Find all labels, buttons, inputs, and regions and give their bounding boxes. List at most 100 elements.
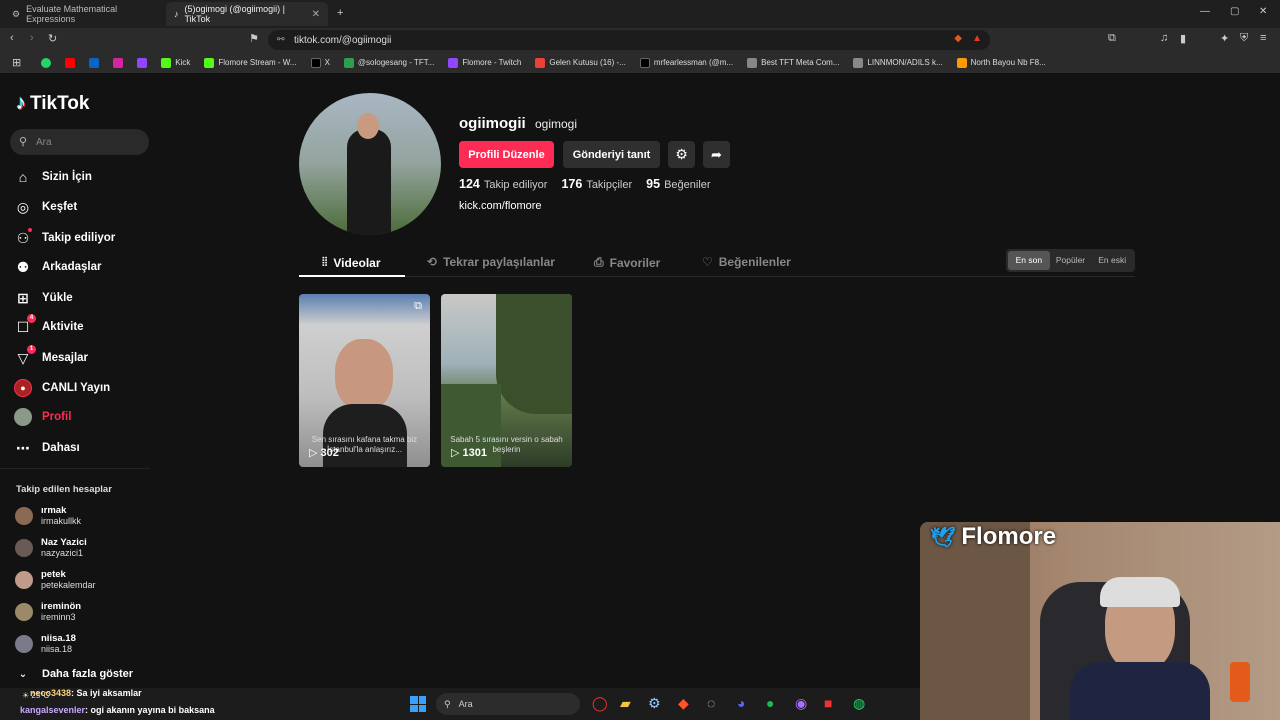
home-icon: ⌂ bbox=[18, 169, 28, 185]
tab-favorites[interactable]: ⎙ Favoriler bbox=[594, 255, 660, 270]
nav-item-upload[interactable]: ⊞ Yükle bbox=[14, 288, 73, 308]
bookmark-item[interactable]: X bbox=[310, 57, 330, 68]
bookmark-item[interactable]: mrfearlessman (@m... bbox=[639, 57, 733, 68]
sidebar-divider bbox=[0, 468, 150, 469]
brave-rewards-icon[interactable]: ◆ bbox=[954, 33, 962, 44]
windows-start-icon[interactable] bbox=[410, 696, 426, 712]
bookmark-item[interactable]: LINNMON/ADILS k... bbox=[853, 57, 943, 68]
nav-item-activity[interactable]: ☐ 4 Aktivite bbox=[14, 314, 84, 337]
apps-icon[interactable]: ⊞ bbox=[12, 56, 21, 69]
activity-badge: 4 bbox=[27, 314, 36, 323]
tiktok-logo[interactable]: ♪ TikTok bbox=[16, 92, 89, 115]
outlook-bookmark-icon[interactable] bbox=[89, 57, 100, 68]
followed-account[interactable]: niisa.18 niisa.18 bbox=[15, 631, 76, 657]
profile-avatar[interactable] bbox=[299, 93, 441, 235]
tab-liked[interactable]: ♡ Beğenilenler bbox=[702, 255, 791, 269]
show-more-button[interactable]: ⌄ Daha fazla göster bbox=[14, 664, 133, 684]
nav-item-live[interactable]: ● CANLI Yayın bbox=[14, 378, 110, 398]
followed-account[interactable]: ireminön ireminn3 bbox=[15, 599, 81, 625]
video-thumbnail[interactable]: ⧉ Sen sırasını kafana takma biz İstanbul… bbox=[299, 294, 430, 467]
browser-tab-1[interactable]: ⚙ Evaluate Mathematical Expressions bbox=[4, 4, 162, 24]
nav-item-friends[interactable]: ⚉ Arkadaşlar bbox=[14, 257, 102, 277]
brave-shield-icon[interactable]: ▲ bbox=[972, 33, 982, 44]
nav-item-for-you[interactable]: ⌂ Sizin İçin bbox=[14, 167, 92, 187]
app-icon[interactable]: ◌ bbox=[707, 695, 715, 711]
twitch-bookmark-icon[interactable] bbox=[137, 57, 148, 68]
messages-badge: 1 bbox=[27, 345, 36, 354]
following-stat[interactable]: 124 Takip ediliyor bbox=[459, 177, 547, 191]
tab-videos[interactable]: ⦙⦙ Videolar bbox=[322, 255, 381, 270]
minimize-button[interactable]: — bbox=[1200, 6, 1210, 17]
maximize-button[interactable]: ▢ bbox=[1230, 6, 1239, 17]
shield-icon[interactable]: ⛨ bbox=[1240, 32, 1248, 45]
avatar bbox=[15, 539, 33, 557]
discord-icon[interactable]: ◕ bbox=[737, 695, 745, 711]
activity-icon: ☐ 4 bbox=[14, 314, 36, 336]
sort-popular[interactable]: Popüler bbox=[1050, 251, 1092, 270]
followers-stat[interactable]: 176 Takipçiler bbox=[561, 177, 632, 191]
bookmark-item[interactable]: Flomore Stream - W... bbox=[204, 57, 297, 68]
ai-icon[interactable]: ✦ bbox=[1220, 32, 1229, 45]
browser-tab-bar: ⚙ Evaluate Mathematical Expressions ♪ (5… bbox=[0, 0, 1280, 28]
bookmark-item[interactable]: Gelen Kutusu (16) -... bbox=[535, 57, 626, 68]
whatsapp-icon[interactable]: ◍ bbox=[853, 695, 865, 712]
share-button[interactable]: ➦ bbox=[703, 141, 730, 168]
spotify-icon[interactable]: ● bbox=[766, 695, 774, 711]
tab-reposts[interactable]: ⟲ Tekrar paylaşılanlar bbox=[427, 255, 555, 269]
sidebar-icon[interactable]: ▮ bbox=[1180, 32, 1186, 45]
edit-profile-button[interactable]: Profili Düzenle bbox=[459, 141, 554, 168]
following-icon: ⚇ bbox=[14, 228, 32, 247]
steam-icon[interactable]: ⚙ bbox=[648, 695, 661, 712]
brave-icon[interactable]: ◆ bbox=[678, 695, 689, 712]
bio-link[interactable]: kick.com/flomore bbox=[459, 200, 542, 212]
youtube-bookmark-icon[interactable] bbox=[65, 57, 76, 68]
video-thumbnail[interactable]: Sabah 5 sırasını versin o sabah beşlerin… bbox=[441, 294, 572, 467]
nav-item-more[interactable]: ⋯ Dahası bbox=[14, 438, 80, 458]
search-icon: ⚲ bbox=[444, 698, 451, 709]
instagram-bookmark-icon[interactable] bbox=[113, 57, 124, 68]
bookmark-item[interactable]: Kick bbox=[161, 57, 190, 68]
extensions-icon[interactable]: ⧉ bbox=[1108, 32, 1116, 45]
twitter-icon: 🕊 bbox=[930, 526, 956, 549]
opera-icon[interactable]: ◯ bbox=[592, 695, 608, 712]
tiktok-icon: ♪ bbox=[174, 9, 179, 19]
music-icon[interactable]: ♫ bbox=[1160, 32, 1168, 44]
more-icon: ⋯ bbox=[16, 439, 30, 456]
sort-latest[interactable]: En son bbox=[1008, 251, 1050, 270]
tab-divider bbox=[299, 276, 1135, 277]
bookmark-icon[interactable]: ⚑ bbox=[249, 32, 259, 45]
menu-icon[interactable]: ≡ bbox=[1260, 32, 1266, 44]
back-icon[interactable]: ‹ bbox=[10, 32, 14, 44]
sort-oldest[interactable]: En eski bbox=[1091, 251, 1133, 270]
nav-item-messages[interactable]: ▽ 1 Mesajlar bbox=[14, 345, 88, 368]
taskbar-search[interactable]: ⚲ Ara bbox=[436, 693, 580, 715]
view-count: ▷ 302 bbox=[309, 447, 339, 459]
obs-icon[interactable]: ◉ bbox=[795, 695, 807, 712]
friends-icon: ⚉ bbox=[16, 258, 30, 275]
followed-account[interactable]: ırmak irmakullkk bbox=[15, 503, 81, 529]
folder-icon[interactable]: ▰ bbox=[620, 695, 631, 712]
nav-item-explore[interactable]: ◎ Keşfet bbox=[14, 197, 77, 217]
bookmark-item[interactable]: Flomore - Twitch bbox=[448, 57, 521, 68]
nav-item-profile[interactable]: Profil bbox=[14, 407, 71, 427]
followed-account[interactable]: Naz Yazici nazyazici1 bbox=[15, 535, 87, 561]
url-input[interactable]: ⚯ tiktok.com/@ogiimogii ▲ ◆ bbox=[268, 30, 990, 50]
close-tab-icon[interactable]: ✕ bbox=[312, 9, 320, 20]
close-window-button[interactable]: ✕ bbox=[1259, 6, 1267, 17]
followed-account[interactable]: petek petekalemdar bbox=[15, 567, 96, 593]
promote-post-button[interactable]: Gönderiyi tanıt bbox=[563, 141, 660, 168]
bookmark-item[interactable]: North Bayou Nb F8... bbox=[956, 57, 1046, 68]
app-red-icon[interactable]: ■ bbox=[824, 695, 832, 711]
reload-icon[interactable]: ↻ bbox=[48, 32, 57, 45]
whatsapp-bookmark-icon[interactable] bbox=[41, 57, 52, 68]
site-info-icon[interactable]: ⚯ bbox=[277, 34, 285, 45]
bookmark-item[interactable]: Best TFT Meta Com... bbox=[747, 57, 839, 68]
forward-icon[interactable]: › bbox=[30, 32, 34, 44]
view-count: ▷ 1301 bbox=[451, 447, 488, 459]
bookmark-item[interactable]: @sologesang - TFT... bbox=[343, 57, 434, 68]
settings-button[interactable]: ⚙ bbox=[668, 141, 695, 168]
browser-tab-2[interactable]: ♪ (5)ogimogi (@ogiimogii) | TikTok ✕ bbox=[166, 2, 328, 26]
search-input[interactable]: ⚲ Ara bbox=[10, 129, 149, 155]
new-tab-button[interactable]: + bbox=[337, 7, 343, 19]
nav-item-following[interactable]: ⚇ Takip ediliyor bbox=[14, 228, 115, 248]
